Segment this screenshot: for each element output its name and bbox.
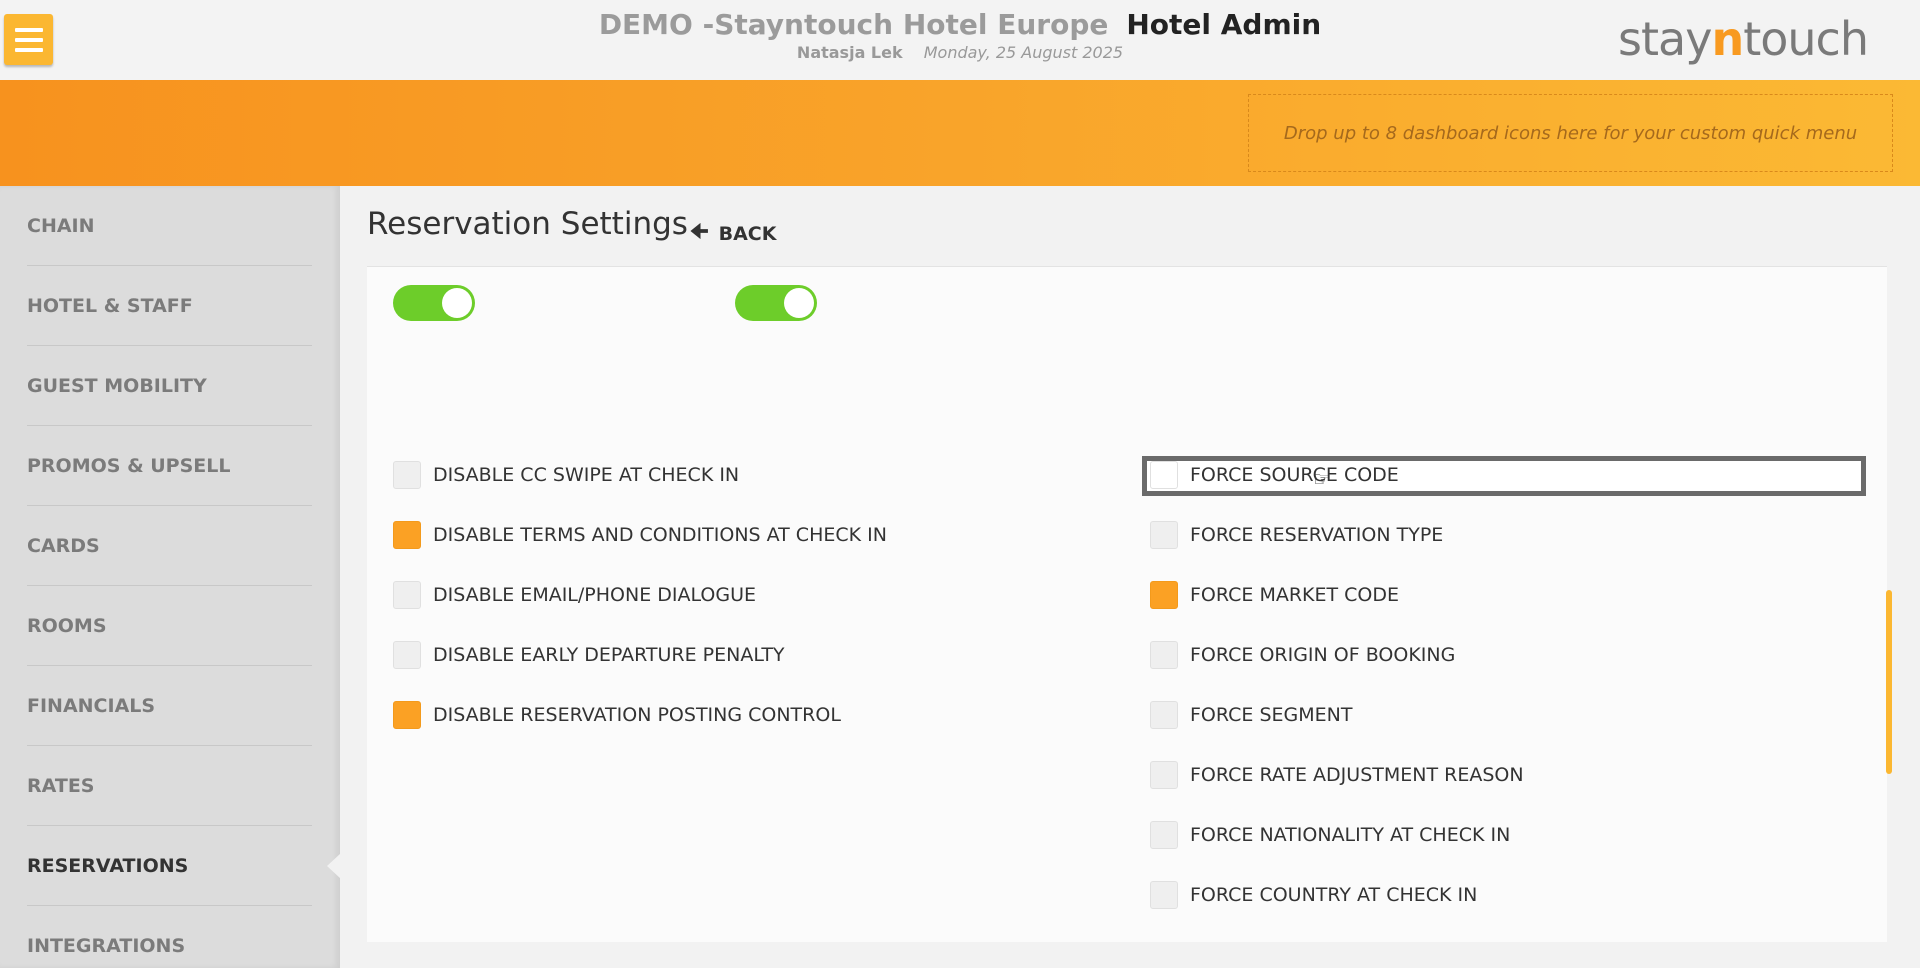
checkbox[interactable] — [1150, 701, 1178, 729]
scrollbar-thumb[interactable] — [1886, 590, 1892, 774]
checkbox[interactable] — [1150, 461, 1178, 489]
option-force-segment[interactable]: FORCE SEGMENT — [1150, 701, 1352, 729]
hotel-name: DEMO -Stayntouch Hotel Europe — [598, 8, 1109, 41]
checkbox[interactable] — [393, 461, 421, 489]
option-force-rate-adjustment-reason[interactable]: FORCE RATE ADJUSTMENT REASON — [1150, 761, 1524, 789]
sidebar-item-financials[interactable]: FINANCIALS — [27, 666, 312, 746]
option-disable-reservation-posting-control[interactable]: DISABLE RESERVATION POSTING CONTROL — [393, 701, 841, 729]
sidebar-item-promos-upsell[interactable]: PROMOS & UPSELL — [27, 426, 312, 506]
sidebar-item-rates[interactable]: RATES — [27, 746, 312, 826]
dropzone-text: Drop up to 8 dashboard icons here for yo… — [1283, 122, 1858, 144]
option-force-reservation-type[interactable]: FORCE RESERVATION TYPE — [1150, 521, 1443, 549]
checkbox-checked[interactable] — [1150, 581, 1178, 609]
sidebar-item-integrations[interactable]: INTEGRATIONS — [27, 906, 312, 968]
option-force-country-check-in[interactable]: FORCE COUNTRY AT CHECK IN — [1150, 881, 1477, 909]
checkbox-checked[interactable] — [393, 521, 421, 549]
user-name: Natasja Lek — [796, 43, 903, 62]
page-title: Reservation Settings — [367, 206, 688, 242]
checkbox[interactable] — [393, 641, 421, 669]
hand-pointer-cursor-icon: ☞ — [1313, 467, 1331, 491]
option-disable-cc-swipe[interactable]: DISABLE CC SWIPE AT CHECK IN — [393, 461, 739, 489]
app-title: Hotel Admin — [1126, 8, 1322, 41]
option-force-nationality-check-in[interactable]: FORCE NATIONALITY AT CHECK IN — [1150, 821, 1510, 849]
quick-menu-dropzone[interactable]: Drop up to 8 dashboard icons here for yo… — [1248, 94, 1893, 172]
option-force-market-code[interactable]: FORCE MARKET CODE — [1150, 581, 1399, 609]
checkbox[interactable] — [1150, 641, 1178, 669]
stayntouch-logo: stayntouch — [1618, 12, 1869, 66]
current-date: Monday, 25 August 2025 — [923, 43, 1124, 62]
active-indicator-arrow — [327, 853, 341, 879]
back-button[interactable]: 🠈 BACK — [690, 217, 776, 251]
checkbox-checked[interactable] — [393, 701, 421, 729]
sidebar-item-reservations[interactable]: RESERVATIONS — [27, 826, 312, 906]
option-force-origin-of-booking[interactable]: FORCE ORIGIN OF BOOKING — [1150, 641, 1455, 669]
option-disable-early-departure-penalty[interactable]: DISABLE EARLY DEPARTURE PENALTY — [393, 641, 785, 669]
sidebar: CHAIN HOTEL & STAFF GUEST MOBILITY PROMO… — [0, 186, 341, 968]
back-label: BACK — [718, 223, 777, 245]
quick-menu-banner: Drop up to 8 dashboard icons here for yo… — [0, 80, 1920, 186]
checkbox[interactable] — [1150, 821, 1178, 849]
toggle-switch-1[interactable] — [393, 285, 475, 321]
sidebar-item-chain[interactable]: CHAIN — [27, 186, 312, 266]
sidebar-item-rooms[interactable]: ROOMS — [27, 586, 312, 666]
sidebar-item-guest-mobility[interactable]: GUEST MOBILITY — [27, 346, 312, 426]
checkbox[interactable] — [1150, 761, 1178, 789]
sidebar-item-cards[interactable]: CARDS — [27, 506, 312, 586]
option-force-source-code[interactable]: FORCE SOURCE CODE — [1150, 461, 1399, 489]
sidebar-item-hotel-staff[interactable]: HOTEL & STAFF — [27, 266, 312, 346]
option-disable-terms-conditions[interactable]: DISABLE TERMS AND CONDITIONS AT CHECK IN — [393, 521, 887, 549]
checkbox[interactable] — [1150, 521, 1178, 549]
checkbox[interactable] — [1150, 881, 1178, 909]
top-bar: DEMO -Stayntouch Hotel Europe Hotel Admin… — [0, 0, 1920, 80]
option-disable-email-phone-dialogue[interactable]: DISABLE EMAIL/PHONE DIALOGUE — [393, 581, 756, 609]
toggle-switch-2[interactable] — [735, 285, 817, 321]
checkbox[interactable] — [393, 581, 421, 609]
arrow-left-icon: 🠈 — [690, 219, 709, 243]
